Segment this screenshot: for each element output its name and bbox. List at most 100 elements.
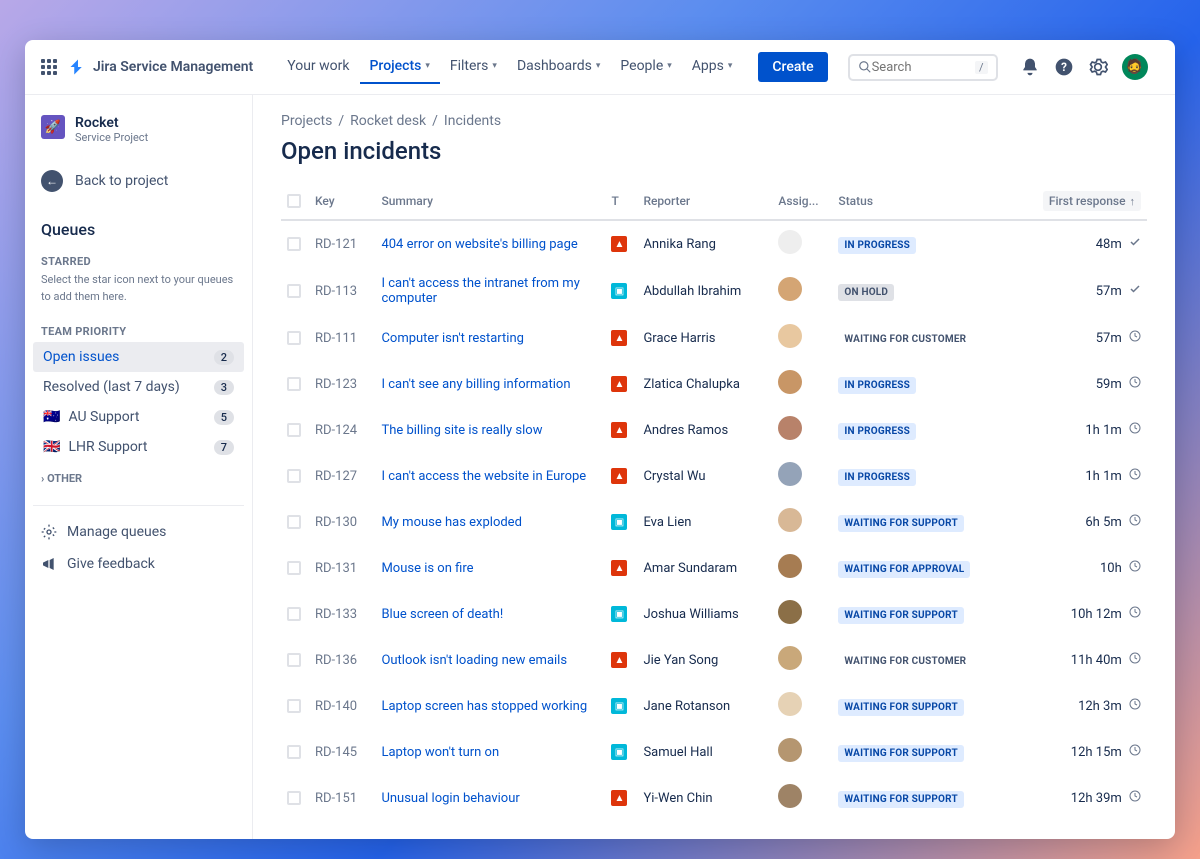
col-summary[interactable]: Summary: [375, 183, 605, 220]
sidebar-item-open-issues[interactable]: Open issues2: [33, 342, 244, 372]
issue-summary[interactable]: Laptop screen has stopped working: [375, 683, 605, 729]
col-status[interactable]: Status: [832, 183, 1011, 220]
assignee-avatar[interactable]: [778, 462, 802, 486]
issue-key[interactable]: RD-136: [309, 637, 375, 683]
row-checkbox[interactable]: [287, 515, 301, 529]
row-checkbox[interactable]: [287, 377, 301, 391]
issue-summary[interactable]: Outlook isn't loading new emails: [375, 637, 605, 683]
sidebar-item-resolved-last-7-days-[interactable]: Resolved (last 7 days)3: [33, 372, 244, 402]
issue-key[interactable]: RD-140: [309, 683, 375, 729]
give-feedback[interactable]: Give feedback: [33, 548, 244, 580]
nav-your-work[interactable]: Your work: [277, 50, 359, 84]
issue-key[interactable]: RD-145: [309, 729, 375, 775]
table-row[interactable]: RD-124The billing site is really slow▲An…: [281, 407, 1147, 453]
issue-summary[interactable]: I can't see any billing information: [375, 361, 605, 407]
other-group[interactable]: › OTHER: [33, 462, 244, 495]
row-checkbox[interactable]: [287, 607, 301, 621]
assignee-avatar[interactable]: [778, 646, 802, 670]
app-switcher-icon[interactable]: [41, 59, 57, 75]
issue-summary[interactable]: The billing site is really slow: [375, 407, 605, 453]
nav-dashboards[interactable]: Dashboards ▾: [507, 50, 610, 84]
product-brand[interactable]: Jira Service Management: [69, 58, 253, 76]
table-row[interactable]: RD-123I can't see any billing informatio…: [281, 361, 1147, 407]
settings-icon[interactable]: [1088, 57, 1108, 77]
issue-key[interactable]: RD-127: [309, 453, 375, 499]
assignee-avatar[interactable]: [778, 416, 802, 440]
user-avatar[interactable]: 🧔: [1122, 54, 1148, 80]
issue-summary[interactable]: I can't access the website in Europe: [375, 453, 605, 499]
sidebar-item-lhr-support[interactable]: 🇬🇧LHR Support7: [33, 432, 244, 462]
col-first-response[interactable]: First response ↑: [1012, 183, 1147, 220]
issue-summary[interactable]: Computer isn't restarting: [375, 315, 605, 361]
nav-people[interactable]: People ▾: [610, 50, 681, 84]
search-box[interactable]: /: [848, 54, 998, 81]
row-checkbox[interactable]: [287, 237, 301, 251]
issue-summary[interactable]: Laptop won't turn on: [375, 729, 605, 775]
row-checkbox[interactable]: [287, 469, 301, 483]
assignee-avatar[interactable]: [778, 370, 802, 394]
create-button[interactable]: Create: [758, 52, 827, 82]
nav-projects[interactable]: Projects ▾: [360, 50, 440, 84]
table-row[interactable]: RD-136Outlook isn't loading new emails▲J…: [281, 637, 1147, 683]
issue-summary[interactable]: My mouse has exploded: [375, 499, 605, 545]
row-checkbox[interactable]: [287, 699, 301, 713]
issue-key[interactable]: RD-113: [309, 267, 375, 315]
table-row[interactable]: RD-131Mouse is on fire▲Amar SundaramWAIT…: [281, 545, 1147, 591]
issue-summary[interactable]: 404 error on website's billing page: [375, 220, 605, 267]
issue-key[interactable]: RD-123: [309, 361, 375, 407]
issue-key[interactable]: RD-121: [309, 220, 375, 267]
assignee-avatar[interactable]: [778, 324, 802, 348]
help-icon[interactable]: ?: [1054, 57, 1074, 77]
col-type[interactable]: T: [605, 183, 637, 220]
issue-summary[interactable]: Blue screen of death!: [375, 591, 605, 637]
project-header[interactable]: 🚀 Rocket Service Project: [33, 111, 244, 148]
notifications-icon[interactable]: [1020, 57, 1040, 77]
select-all-checkbox[interactable]: [287, 194, 301, 208]
table-row[interactable]: RD-151Unusual login behaviour▲Yi-Wen Chi…: [281, 775, 1147, 821]
assignee-avatar[interactable]: [778, 784, 802, 808]
table-row[interactable]: RD-130My mouse has exploded▣Eva LienWAIT…: [281, 499, 1147, 545]
row-checkbox[interactable]: [287, 423, 301, 437]
table-row[interactable]: RD-145Laptop won't turn on▣Samuel HallWA…: [281, 729, 1147, 775]
table-row[interactable]: RD-133Blue screen of death!▣Joshua Willi…: [281, 591, 1147, 637]
issue-summary[interactable]: Unusual login behaviour: [375, 775, 605, 821]
nav-filters[interactable]: Filters ▾: [440, 50, 507, 84]
issue-key[interactable]: RD-133: [309, 591, 375, 637]
breadcrumb-item[interactable]: Incidents: [444, 113, 501, 129]
row-checkbox[interactable]: [287, 561, 301, 575]
assignee-avatar[interactable]: [778, 600, 802, 624]
breadcrumb-item[interactable]: Projects: [281, 113, 332, 129]
table-row[interactable]: RD-113I can't access the intranet from m…: [281, 267, 1147, 315]
assignee-avatar[interactable]: [778, 692, 802, 716]
col-reporter[interactable]: Reporter: [637, 183, 772, 220]
assignee-avatar[interactable]: [778, 230, 802, 254]
issue-summary[interactable]: Mouse is on fire: [375, 545, 605, 591]
table-row[interactable]: RD-121404 error on website's billing pag…: [281, 220, 1147, 267]
row-checkbox[interactable]: [287, 791, 301, 805]
issue-key[interactable]: RD-130: [309, 499, 375, 545]
manage-queues[interactable]: Manage queues: [33, 516, 244, 548]
issue-key[interactable]: RD-124: [309, 407, 375, 453]
breadcrumb-item[interactable]: Rocket desk: [350, 113, 426, 129]
row-checkbox[interactable]: [287, 331, 301, 345]
row-checkbox[interactable]: [287, 284, 301, 298]
assignee-avatar[interactable]: [778, 554, 802, 578]
row-checkbox[interactable]: [287, 745, 301, 759]
col-key[interactable]: Key: [309, 183, 375, 220]
table-row[interactable]: RD-111Computer isn't restarting▲Grace Ha…: [281, 315, 1147, 361]
row-checkbox[interactable]: [287, 653, 301, 667]
nav-apps[interactable]: Apps ▾: [682, 50, 743, 84]
issue-key[interactable]: RD-151: [309, 775, 375, 821]
issue-key[interactable]: RD-131: [309, 545, 375, 591]
assignee-avatar[interactable]: [778, 508, 802, 532]
issue-key[interactable]: RD-111: [309, 315, 375, 361]
back-to-project[interactable]: ← Back to project: [33, 162, 244, 200]
col-assignee[interactable]: Assig...: [772, 183, 832, 220]
assignee-avatar[interactable]: [778, 738, 802, 762]
assignee-avatar[interactable]: [778, 277, 802, 301]
search-input[interactable]: [872, 60, 975, 75]
issue-summary[interactable]: I can't access the intranet from my comp…: [375, 267, 605, 315]
sidebar-item-au-support[interactable]: 🇦🇺AU Support5: [33, 402, 244, 432]
table-row[interactable]: RD-127I can't access the website in Euro…: [281, 453, 1147, 499]
table-row[interactable]: RD-140Laptop screen has stopped working▣…: [281, 683, 1147, 729]
